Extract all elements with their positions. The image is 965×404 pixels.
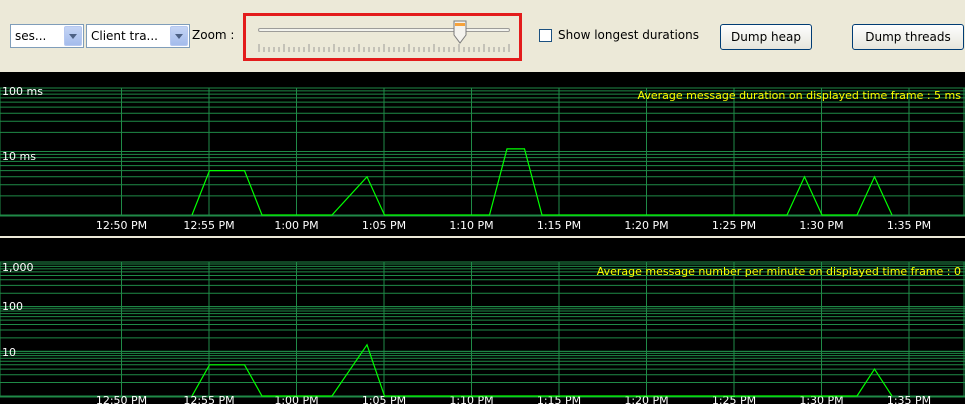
- x-tick-label: 1:10 PM: [449, 219, 493, 232]
- x-tick-label: 1:00 PM: [274, 219, 318, 232]
- dump-threads-button[interactable]: Dump threads: [852, 24, 964, 50]
- show-longest-checkbox[interactable]: [539, 29, 552, 42]
- y-tick-label: 100 ms: [2, 85, 43, 98]
- zoom-label: Zoom :: [192, 28, 235, 42]
- show-longest-label: Show longest durations: [558, 28, 699, 42]
- duration-chart: 100 ms 10 ms 12:50 PM 12:55 PM 1:00 PM 1:05 P…: [0, 72, 965, 236]
- duration-chart-svg: 100 ms 10 ms 12:50 PM 12:55 PM 1:00 PM 1:05 P…: [0, 85, 965, 232]
- x-tick-label: 1:25 PM: [712, 219, 756, 232]
- message-count-chart: 1,000 100 10 12:50 PM 12:55 PM 1:00 PM 1:05 PM…: [0, 238, 965, 404]
- x-tick-label: 1:15 PM: [537, 219, 581, 232]
- chart-annotation: Average message number per minute on dis…: [597, 265, 961, 278]
- session-combo[interactable]: ses...: [10, 24, 84, 48]
- chevron-down-icon[interactable]: [64, 26, 82, 46]
- session-combo-value: ses...: [15, 29, 47, 43]
- toolbar: ses... Client tra... Zoom : Show longest…: [0, 0, 965, 72]
- chevron-down-icon[interactable]: [170, 26, 188, 46]
- x-tick-label: 12:50 PM: [96, 394, 147, 404]
- chart-annotation: Average message duration on displayed ti…: [638, 89, 962, 102]
- x-tick-label: 1:35 PM: [887, 219, 931, 232]
- x-tick-label: 12:55 PM: [183, 219, 234, 232]
- client-trace-combo[interactable]: Client tra...: [86, 24, 190, 48]
- zoom-slider-highlight: [243, 13, 522, 61]
- x-tick-label: 12:50 PM: [96, 219, 147, 232]
- y-tick-label: 10 ms: [2, 150, 36, 163]
- zoom-slider-ticks: [258, 44, 510, 52]
- x-tick-label: 1:20 PM: [624, 219, 668, 232]
- client-trace-combo-value: Client tra...: [91, 29, 158, 43]
- message-count-chart-svg: 1,0001001012:50 PM 12:55 PM 1:00 PM 1:05 PM…: [0, 261, 965, 404]
- x-tick-label: 1:35 PM: [887, 394, 931, 404]
- y-tick-label: 100: [2, 300, 23, 313]
- dump-heap-button[interactable]: Dump heap: [720, 24, 812, 50]
- zoom-slider-thumb[interactable]: [453, 20, 467, 44]
- x-tick-label: 1:05 PM: [362, 219, 406, 232]
- y-tick-label: 10: [2, 346, 16, 359]
- zoom-slider-track[interactable]: [258, 28, 510, 32]
- y-tick-label: 1,000: [2, 261, 34, 274]
- x-tick-label: 12:55 PM: [183, 394, 234, 404]
- x-tick-label: 1:30 PM: [799, 219, 843, 232]
